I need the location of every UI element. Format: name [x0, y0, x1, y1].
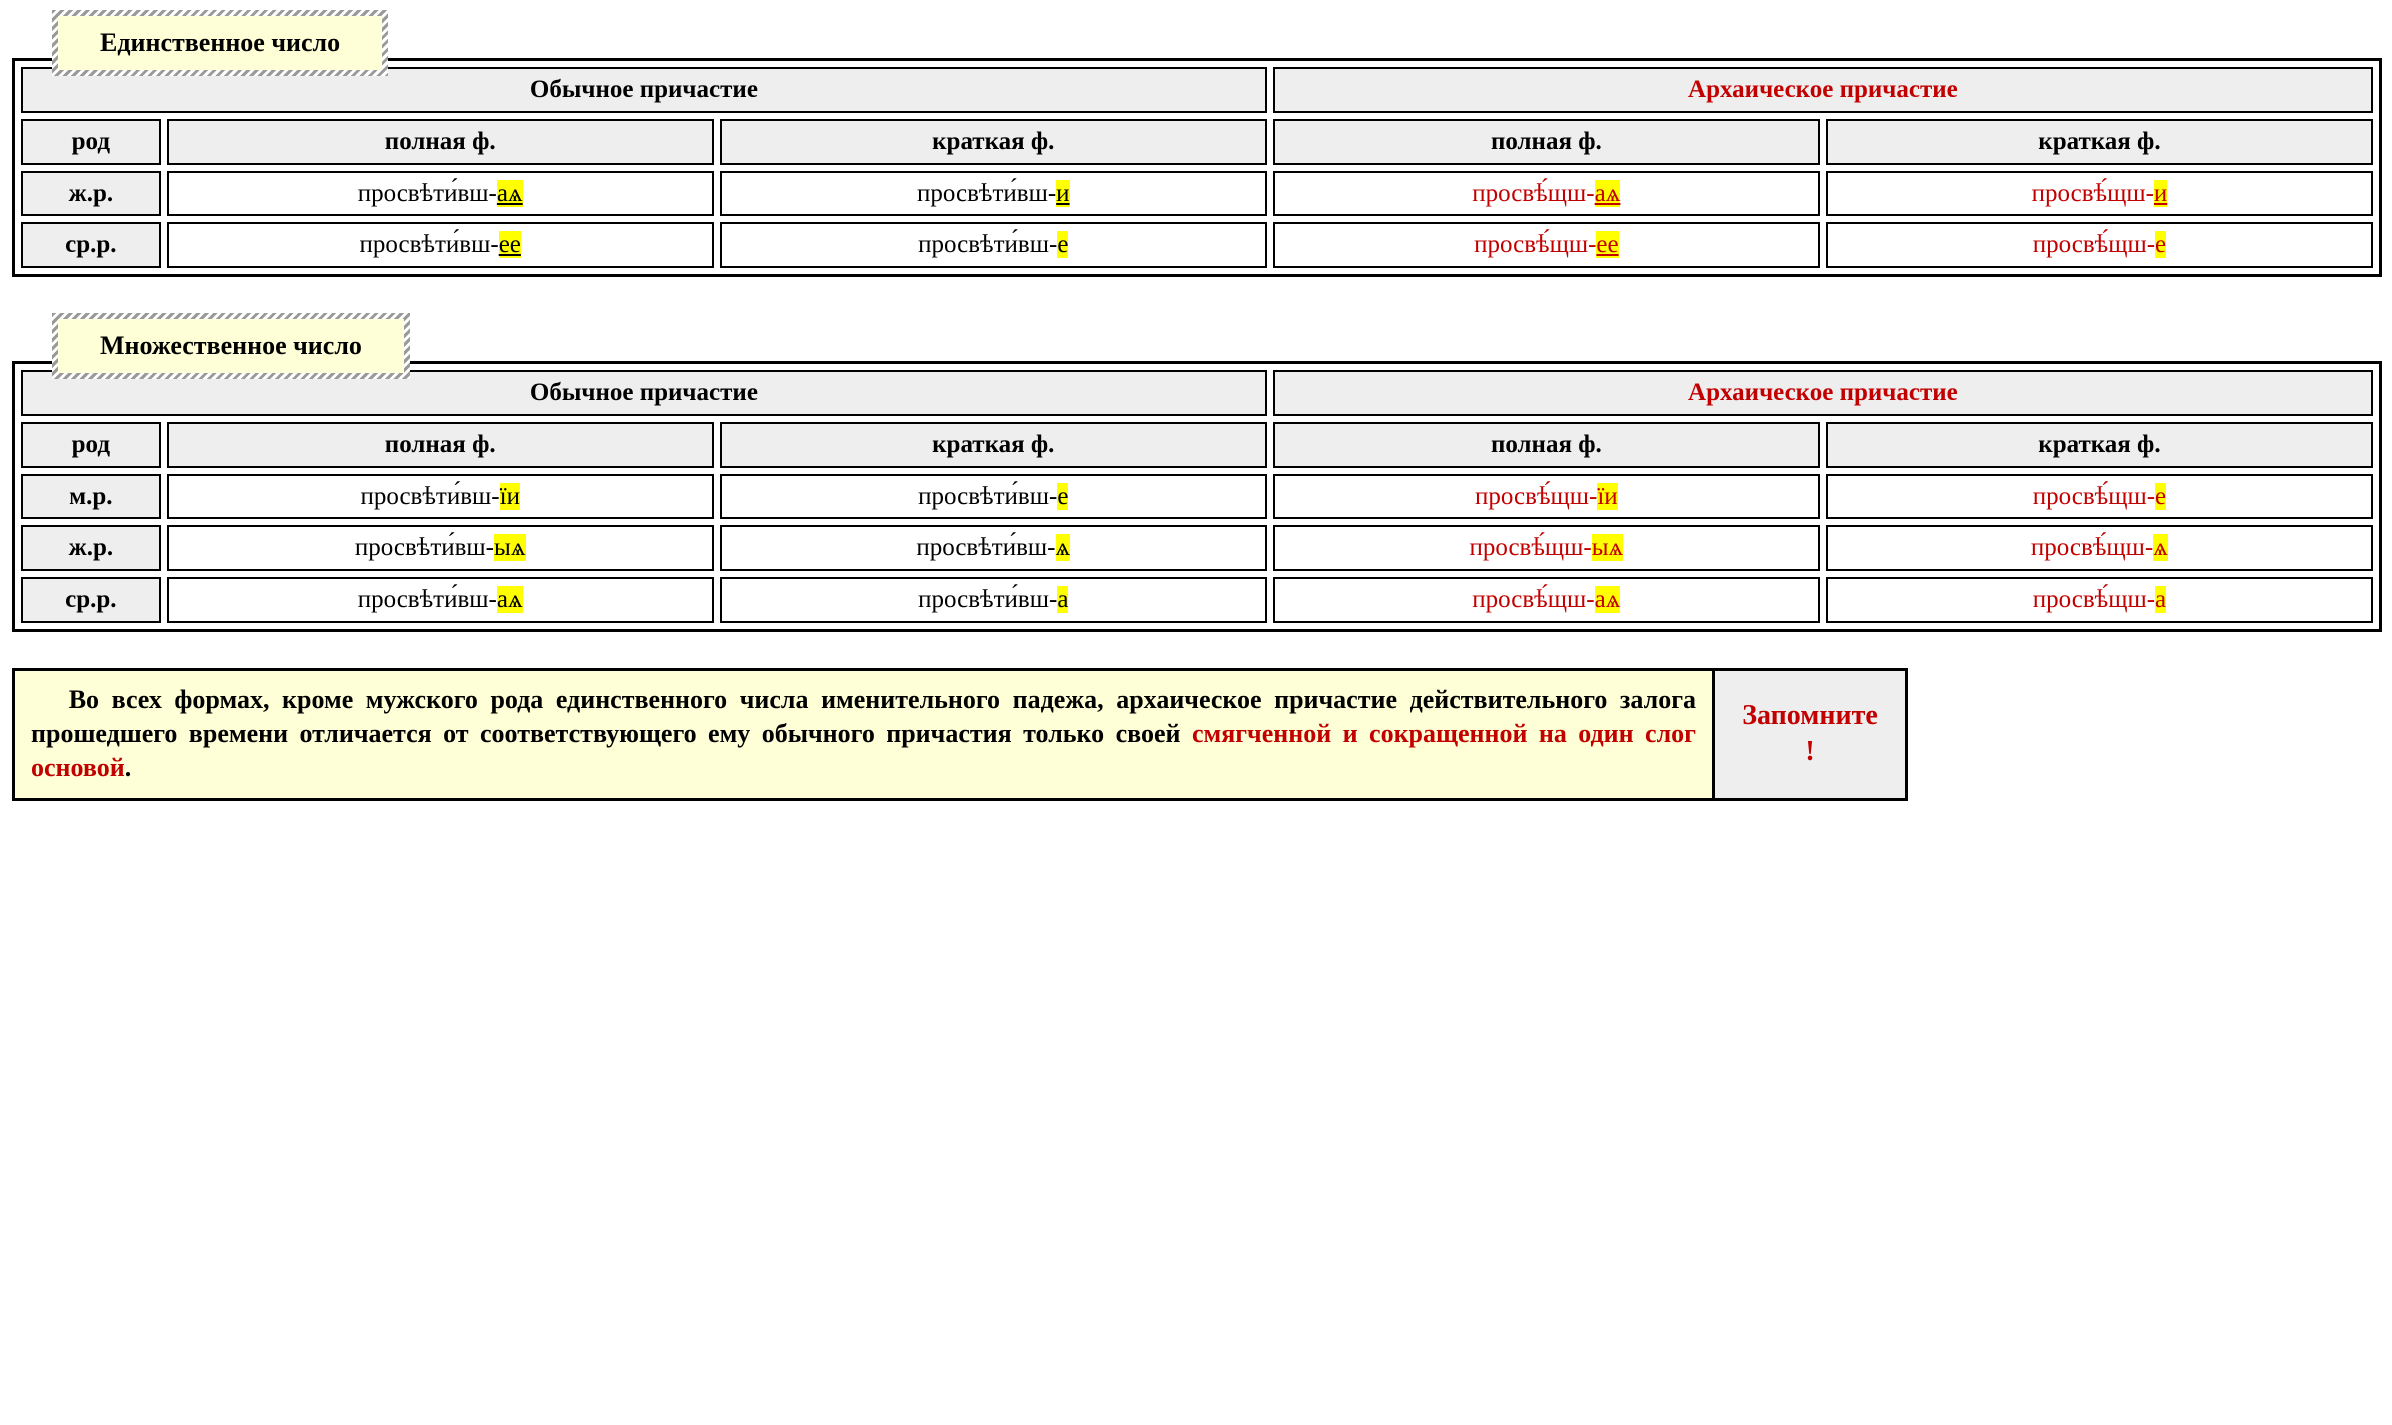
cell: просвѣ́щш-їи — [1273, 474, 1820, 520]
row-label: ср.р. — [21, 222, 161, 268]
cell: просвѣти́вш-и — [720, 171, 1267, 217]
cell: просвѣ́щш-аѧ — [1273, 171, 1820, 217]
cell: просвѣти́вш-ее — [167, 222, 714, 268]
cell: просвѣ́щш-е — [1826, 222, 2373, 268]
cell: просвѣ́щш-и — [1826, 171, 2373, 217]
memo-box: Во всех формах, кроме мужского рода един… — [12, 668, 1908, 801]
cell: просвѣ́щш-ее — [1273, 222, 1820, 268]
sub-full-ord: полная ф. — [167, 422, 714, 468]
sub-full-arc: полная ф. — [1273, 119, 1820, 165]
cell: просвѣти́вш-е — [720, 474, 1267, 520]
row-label: м.р. — [21, 474, 161, 520]
cell: просвѣ́щш-ыѧ — [1273, 525, 1820, 571]
plural-title: Множественное число — [52, 313, 410, 379]
plural-section: Множественное число Обычное причастие Ар… — [12, 313, 2382, 632]
singular-table: Обычное причастие Архаическое причастие … — [15, 61, 2379, 274]
table-row: м.р. просвѣти́вш-їи просвѣти́вш-е просвѣ… — [21, 474, 2373, 520]
plural-table: Обычное причастие Архаическое причастие … — [15, 364, 2379, 629]
cell: просвѣ́щш-аѧ — [1273, 577, 1820, 623]
cell: просвѣ́щш-а — [1826, 577, 2373, 623]
cell: просвѣти́вш-ыѧ — [167, 525, 714, 571]
sub-short-arc: краткая ф. — [1826, 119, 2373, 165]
memo-text: Во всех формах, кроме мужского рода един… — [15, 671, 1715, 798]
cell: просвѣти́вш-аѧ — [167, 171, 714, 217]
table-row: ж.р. просвѣти́вш-аѧ просвѣти́вш-и просвѣ… — [21, 171, 2373, 217]
row-label: ср.р. — [21, 577, 161, 623]
col-archaic: Архаическое причастие — [1273, 370, 2373, 416]
table-row: ср.р. просвѣти́вш-аѧ просвѣти́вш-а просв… — [21, 577, 2373, 623]
sub-short-ord: краткая ф. — [720, 422, 1267, 468]
cell: просвѣти́вш-а — [720, 577, 1267, 623]
cell: просвѣ́щш-е — [1826, 474, 2373, 520]
row-label: ж.р. — [21, 171, 161, 217]
sub-full-arc: полная ф. — [1273, 422, 1820, 468]
sub-short-ord: краткая ф. — [720, 119, 1267, 165]
sub-gender: род — [21, 119, 161, 165]
cell: просвѣти́вш-аѧ — [167, 577, 714, 623]
table-row: ср.р. просвѣти́вш-ее просвѣти́вш-е просв… — [21, 222, 2373, 268]
col-archaic: Архаическое причастие — [1273, 67, 2373, 113]
sub-short-arc: краткая ф. — [1826, 422, 2373, 468]
cell: просвѣти́вш-е — [720, 222, 1267, 268]
sub-gender: род — [21, 422, 161, 468]
singular-section: Единственное число Обычное причастие Арх… — [12, 10, 2382, 277]
cell: просвѣ́щш-ѧ — [1826, 525, 2373, 571]
row-label: ж.р. — [21, 525, 161, 571]
singular-title: Единственное число — [52, 10, 388, 76]
sub-full-ord: полная ф. — [167, 119, 714, 165]
cell: просвѣти́вш-їи — [167, 474, 714, 520]
cell: просвѣти́вш-ѧ — [720, 525, 1267, 571]
memo-label: Запомните ! — [1715, 671, 1905, 798]
table-row: ж.р. просвѣти́вш-ыѧ просвѣти́вш-ѧ просвѣ… — [21, 525, 2373, 571]
